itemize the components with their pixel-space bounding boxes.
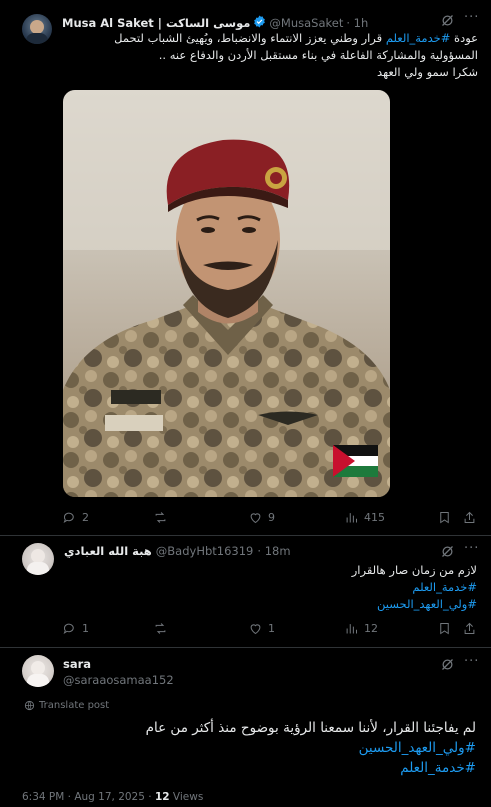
author-handle[interactable]: @MusaSaket	[269, 16, 343, 30]
soldier-portrait-illustration	[63, 90, 390, 497]
author-handle[interactable]: @BadyHbt16319	[156, 544, 254, 558]
like-button[interactable]: 9	[248, 510, 275, 525]
reply-text-line: لم يفاجئنا القرار، لأننا سمعنا الرؤية بو…	[145, 720, 476, 736]
grok-icon[interactable]	[440, 657, 455, 676]
hashtag-link[interactable]: #خدمة_العلم	[386, 31, 451, 45]
author-name[interactable]: هبة الله العبادي	[64, 544, 152, 558]
translate-label[interactable]: Translate post	[39, 700, 109, 711]
like-icon	[250, 624, 261, 635]
repost-icon	[155, 512, 166, 523]
globe-icon	[24, 700, 35, 711]
more-icon[interactable]: ···	[464, 654, 479, 669]
divider	[0, 535, 491, 536]
reply-text: لازم من زمان صار هالقرار #خدمة_العلم #ول…	[64, 562, 477, 613]
share-button[interactable]	[462, 510, 477, 525]
text-rest: قرار وطني يعزز الانتماء والانضباط، ويُهي…	[114, 31, 383, 45]
like-count: 1	[268, 622, 275, 635]
reply-icon	[63, 623, 74, 635]
reply-text: لم يفاجئنا القرار، لأننا سمعنا الرؤية بو…	[22, 718, 476, 778]
post-image[interactable]	[63, 90, 390, 497]
post-text-line-2: المسؤولية والمشاركة الفاعلة في بناء مستق…	[158, 48, 478, 62]
share-button[interactable]	[462, 621, 477, 636]
translate-post-link[interactable]: Translate post	[24, 700, 109, 711]
views-button[interactable]: 415	[344, 510, 385, 525]
like-icon	[250, 513, 261, 524]
reply-button[interactable]: 1	[62, 621, 89, 636]
reply-count: 2	[82, 511, 89, 524]
views-icon	[346, 513, 357, 523]
divider	[0, 647, 491, 648]
repost-icon	[155, 623, 166, 634]
repost-button[interactable]	[153, 510, 173, 525]
author-handle[interactable]: @saraaosamaa152	[63, 673, 174, 687]
hashtag-link[interactable]: #خدمة_العلم	[64, 579, 477, 596]
reply-button[interactable]: 2	[62, 510, 89, 525]
more-icon[interactable]: ···	[464, 10, 479, 25]
views-count: 415	[364, 511, 385, 524]
bookmark-button[interactable]	[437, 510, 452, 525]
post-text-line-1: عودة #خدمة_العلم قرار وطني يعزز الانتماء…	[62, 30, 478, 47]
share-icon	[464, 511, 475, 523]
post-time[interactable]: · 1h	[346, 16, 368, 30]
hashtag-link[interactable]: #ولي_العهد_الحسين	[22, 738, 476, 758]
avatar[interactable]	[22, 655, 54, 687]
bookmark-button[interactable]	[437, 621, 452, 636]
views-icon	[346, 624, 357, 634]
like-button[interactable]: 1	[248, 621, 275, 636]
more-icon[interactable]: ···	[464, 541, 479, 556]
text-prefix: عودة	[454, 31, 478, 45]
grok-icon[interactable]	[440, 544, 455, 563]
views-count: 12	[154, 791, 170, 803]
views-count: 12	[364, 622, 378, 635]
post-metadata: 6:34 PM · Aug 17, 2025 · 12 Views	[22, 791, 203, 803]
share-icon	[464, 622, 475, 634]
avatar[interactable]	[22, 543, 54, 575]
avatar[interactable]	[22, 14, 52, 44]
views-button[interactable]: 12	[344, 621, 378, 636]
reply-count: 1	[82, 622, 89, 635]
views-label: Views	[172, 791, 204, 803]
post-time[interactable]: · 18m	[257, 544, 290, 558]
reply-text-line: لازم من زمان صار هالقرار	[351, 563, 477, 577]
bookmark-icon	[440, 512, 449, 524]
bookmark-icon	[440, 623, 449, 635]
like-count: 9	[268, 511, 275, 524]
reply-icon	[63, 512, 74, 524]
repost-button[interactable]	[153, 621, 173, 636]
post-timestamp[interactable]: 6:34 PM · Aug 17, 2025 ·	[22, 791, 152, 803]
hashtag-link[interactable]: #خدمة_العلم	[22, 758, 476, 778]
post-text: عودة #خدمة_العلم قرار وطني يعزز الانتماء…	[62, 30, 478, 81]
post-text-line-3: شكرا سمو ولي العهد	[377, 65, 478, 79]
author-name[interactable]: Musa Al Saket | موسى الساكت	[62, 16, 250, 30]
author-name[interactable]: sara	[63, 657, 91, 671]
hashtag-link[interactable]: #ولي_العهد_الحسين	[64, 596, 477, 613]
